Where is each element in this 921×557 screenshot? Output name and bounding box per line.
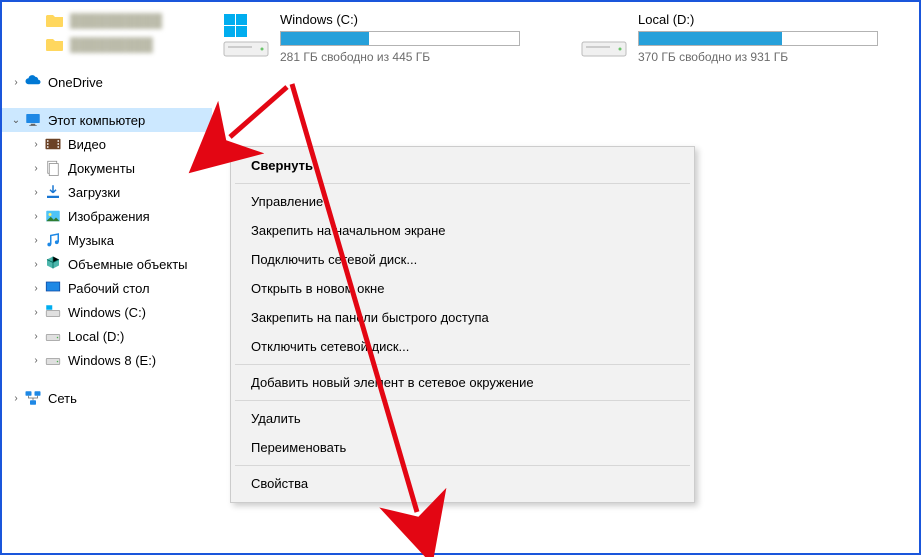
downloads-icon [44, 183, 62, 201]
context-menu-item[interactable]: Закрепить на панели быстрого доступа [233, 303, 692, 332]
context-menu-item[interactable]: Добавить новый элемент в сетевое окружен… [233, 368, 692, 397]
tree-item-label: Загрузки [68, 185, 120, 200]
expander-icon[interactable]: › [30, 187, 42, 198]
usage-bar [638, 31, 878, 46]
tree-item-music[interactable]: › Музыка [2, 228, 212, 252]
tree-item-thispc[interactable]: ⌄ Этот компьютер [2, 108, 212, 132]
tree-item-drive[interactable]: › Windows 8 (E:) [2, 348, 212, 372]
tree-item-label: Windows 8 (E:) [68, 353, 156, 368]
context-menu-item[interactable]: Открыть в новом окне [233, 274, 692, 303]
expander-icon[interactable]: ⌄ [10, 115, 22, 126]
expander-icon[interactable]: › [30, 331, 42, 342]
tree-item-onedrive[interactable]: › OneDrive [2, 70, 212, 94]
tree-item-3dobjects[interactable]: › Объемные объекты [2, 252, 212, 276]
drive-icon [44, 351, 62, 369]
tree-item-label: Объемные объекты [68, 257, 188, 272]
drive-item[interactable]: Local (D:) 370 ГБ свободно из 931 ГБ [580, 12, 888, 64]
tree-item-blurred[interactable]: █████████ [2, 32, 212, 56]
context-menu-item[interactable]: Подключить сетевой диск... [233, 245, 692, 274]
context-menu-item[interactable]: Закрепить на начальном экране [233, 216, 692, 245]
tree-item-label: Этот компьютер [48, 113, 145, 128]
context-menu-item[interactable]: Управление [233, 187, 692, 216]
context-menu-item[interactable]: Переименовать [233, 433, 692, 462]
drive-name: Local (D:) [638, 12, 888, 27]
network-icon [24, 389, 42, 407]
context-menu-separator [235, 400, 690, 401]
tree-item-label: Видео [68, 137, 106, 152]
expander-icon[interactable]: › [30, 259, 42, 270]
expander-icon[interactable]: › [10, 77, 22, 88]
tree-item-desktop[interactable]: › Рабочий стол [2, 276, 212, 300]
navigation-tree: ██████████ █████████ › OneDrive ⌄ Этот ко… [2, 2, 212, 553]
3dobjects-icon [44, 255, 62, 273]
documents-icon [44, 159, 62, 177]
tree-item-label: Local (D:) [68, 329, 124, 344]
tree-item-drive[interactable]: › Local (D:) [2, 324, 212, 348]
expander-icon[interactable]: › [30, 163, 42, 174]
drive-free-text: 281 ГБ свободно из 445 ГБ [280, 50, 530, 64]
tree-item-network[interactable]: › Сеть [2, 386, 212, 410]
context-menu-separator [235, 465, 690, 466]
drive-win-icon [44, 303, 62, 321]
expander-icon[interactable]: › [30, 307, 42, 318]
context-menu-item[interactable]: Свернуть [233, 151, 692, 180]
tree-item-label: Рабочий стол [68, 281, 150, 296]
drive-free-text: 370 ГБ свободно из 931 ГБ [638, 50, 888, 64]
tree-item-label: Документы [68, 161, 135, 176]
drive-icon [44, 327, 62, 345]
thispc-icon [24, 111, 42, 129]
tree-item-downloads[interactable]: › Загрузки [2, 180, 212, 204]
expander-icon[interactable]: › [30, 235, 42, 246]
expander-icon[interactable]: › [30, 211, 42, 222]
tree-item-blurred[interactable]: ██████████ [2, 8, 212, 32]
folder-icon [46, 35, 64, 53]
tree-item-drive-win[interactable]: › Windows (C:) [2, 300, 212, 324]
tree-item-pictures[interactable]: › Изображения [2, 204, 212, 228]
drive-name: Windows (C:) [280, 12, 530, 27]
tree-item-label: Windows (C:) [68, 305, 146, 320]
context-menu: Свернуть УправлениеЗакрепить на начальном… [230, 146, 695, 503]
context-menu-separator [235, 183, 690, 184]
tree-item-label: Изображения [68, 209, 150, 224]
usage-bar [280, 31, 520, 46]
onedrive-icon [24, 73, 42, 91]
desktop-icon [44, 279, 62, 297]
tree-item-documents[interactable]: › Документы [2, 156, 212, 180]
expander-icon[interactable]: › [30, 283, 42, 294]
context-menu-separator [235, 364, 690, 365]
context-menu-item[interactable]: Свойства [233, 469, 692, 498]
video-icon [44, 135, 62, 153]
tree-item-video[interactable]: › Видео [2, 132, 212, 156]
tree-item-label: Сеть [48, 391, 77, 406]
context-menu-item[interactable]: Отключить сетевой диск... [233, 332, 692, 361]
folder-icon [46, 11, 64, 29]
context-menu-item[interactable]: Удалить [233, 404, 692, 433]
drive-item[interactable]: Windows (C:) 281 ГБ свободно из 445 ГБ [222, 12, 530, 64]
pictures-icon [44, 207, 62, 225]
expander-icon[interactable]: › [30, 139, 42, 150]
drive-icon [222, 12, 270, 60]
expander-icon[interactable]: › [30, 355, 42, 366]
music-icon [44, 231, 62, 249]
tree-item-label: Музыка [68, 233, 114, 248]
drive-icon [580, 12, 628, 60]
expander-icon[interactable]: › [10, 393, 22, 404]
tree-item-label: OneDrive [48, 75, 103, 90]
